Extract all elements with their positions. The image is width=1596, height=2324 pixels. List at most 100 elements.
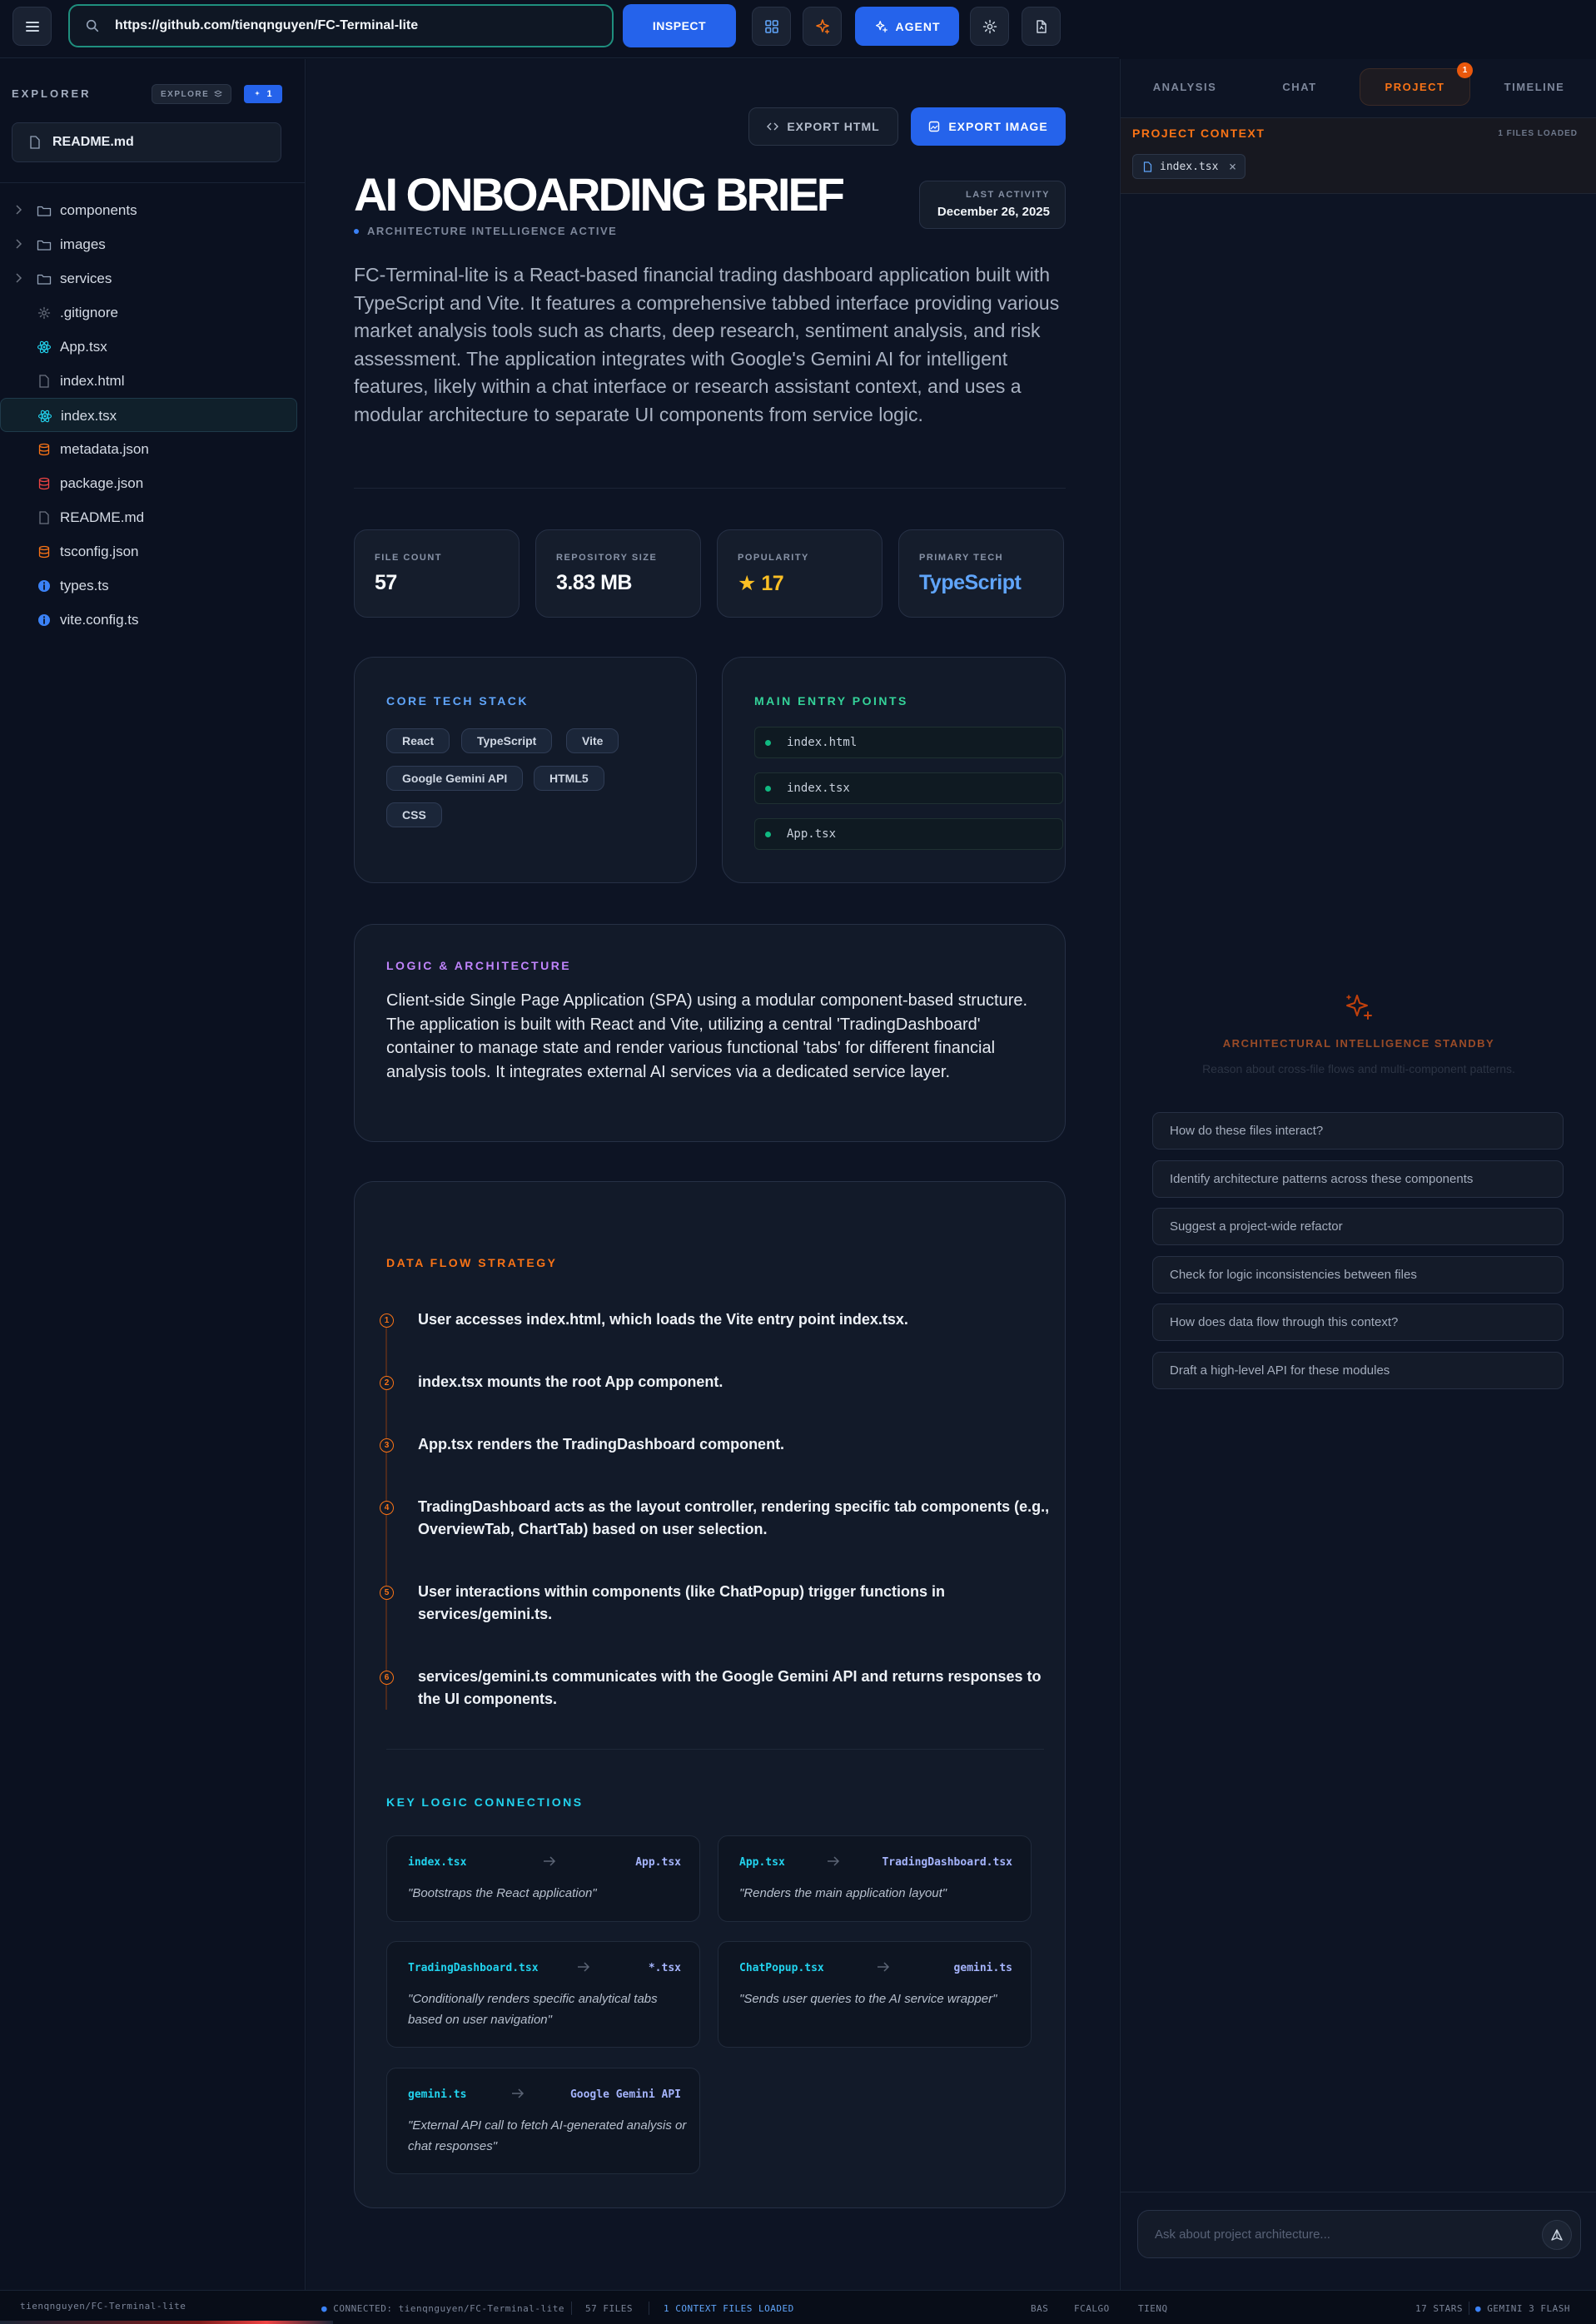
file-tree-item[interactable]: metadata.json [0,432,306,466]
flow-step-number: 3 [380,1438,394,1452]
file-tree-label: components [60,202,137,218]
entry-dot [765,786,771,792]
export-html-button[interactable]: EXPORT HTML [748,107,898,146]
tab-analysis[interactable]: ANALYSIS [1131,68,1239,106]
file-tree-label: .gitignore [60,305,118,320]
last-activity-value: December 26, 2025 [937,205,1050,219]
gear-icon [982,19,997,33]
file-tree-item[interactable]: services [0,261,306,295]
logic-title: LOGIC & ARCHITECTURE [386,959,572,972]
tab-timeline[interactable]: TIMELINE [1480,68,1589,106]
explore-count: 1 [266,89,272,99]
file-tree-item[interactable]: App.tsx [0,330,306,364]
suggestion-button[interactable]: Identify architecture patterns across th… [1152,1160,1564,1198]
repo-url-input[interactable] [115,18,581,33]
explore-button[interactable]: EXPLORE [152,84,232,104]
file-tree-item[interactable]: index.tsx [0,398,297,432]
image-icon [929,121,940,132]
entry-point-item[interactable]: App.tsx [754,818,1063,850]
connection-from: gemini.ts [408,2088,467,2101]
file-tree-item[interactable]: components [0,193,306,227]
suggestion-button[interactable]: Suggest a project-wide refactor [1152,1208,1564,1246]
standby-subtitle: Reason about cross-file flows and multi-… [1202,1062,1515,1075]
connections-title: KEY LOGIC CONNECTIONS [386,1795,584,1809]
status-dot [354,228,359,234]
file-tree-item[interactable]: tsconfig.json [0,534,306,569]
flow-step-number: 6 [380,1671,394,1685]
connection-to: App.tsx [635,1856,681,1869]
file-icon [30,136,40,149]
stat-card: FILE COUNT 57 [354,529,520,618]
menu-button[interactable] [12,7,52,46]
file-tree-label: images [60,236,106,252]
inspect-button[interactable]: INSPECT [623,4,736,47]
context-title: PROJECT CONTEXT [1132,127,1265,140]
status-ticker: BAS [1031,2303,1049,2314]
logic-text: Client-side Single Page Application (SPA… [386,991,1028,1081]
connection-to: gemini.ts [953,1962,1012,1974]
flow-step-text: TradingDashboard acts as the layout cont… [418,1498,1050,1537]
data-flow-title: DATA FLOW STRATEGY [386,1256,558,1269]
agent-sparkle-icon [875,20,887,32]
last-activity-card: LAST ACTIVITY December 26, 2025 [919,181,1066,229]
tab-project[interactable]: PROJECT 1 [1360,62,1473,106]
file-tree-item[interactable]: images [0,227,306,261]
connection-card: TradingDashboard.tsx *.tsx "Conditionally … [386,1941,700,2048]
connection-from: index.tsx [408,1856,467,1869]
suggestion-button[interactable]: How do these files interact? [1152,1112,1564,1150]
file-tree-item[interactable]: README.md [0,500,306,534]
last-activity-label: LAST ACTIVITY [966,190,1050,200]
entry-point-item[interactable]: index.html [754,727,1063,758]
react-icon [37,410,52,423]
arrow-right-icon [578,1962,590,1972]
repo-url-field[interactable] [68,4,614,47]
connection-card: App.tsx TradingDashboard.tsx "Renders the … [718,1835,1032,1922]
folder-icon [37,274,52,285]
chevron-right-icon [16,205,22,215]
entry-dot [765,832,771,837]
connection-description: "External API call to fetch AI-generated… [408,2118,687,2153]
file-tree-item[interactable]: .gitignore [0,295,306,330]
open-file-tab[interactable]: README.md [12,122,281,162]
file-tree-item[interactable]: types.ts [0,569,306,603]
file-tree-item[interactable]: index.html [0,364,306,398]
standby-title: ARCHITECTURAL INTELLIGENCE STANDBY [1222,1037,1495,1050]
stat-value: TypeScript [919,571,1022,594]
tech-pill: Vite [566,728,619,753]
connection-to: TradingDashboard.tsx [882,1856,1012,1869]
export-image-button[interactable]: EXPORT IMAGE [911,107,1066,146]
tech-pill: React [386,728,450,753]
suggestion-button[interactable]: Check for logic inconsistencies between … [1152,1255,1564,1294]
remove-context-icon[interactable]: × [1229,159,1236,174]
grid-view-button[interactable] [752,7,791,46]
send-button[interactable] [1542,2220,1572,2250]
status-accent-bar [0,2321,333,2324]
connection-card: ChatPopup.tsx gemini.ts "Sends user querie… [718,1941,1032,2048]
ask-input[interactable] [1155,2227,1521,2242]
agent-button[interactable]: AGENT [855,7,959,46]
connection-card: gemini.ts Google Gemini API "External API … [386,2068,700,2174]
file-tree-item[interactable]: vite.config.ts [0,603,306,637]
tab-label: ANALYSIS [1152,81,1217,93]
flow-step-number: 5 [380,1586,394,1600]
stat-value: 57 [375,571,397,594]
document-button[interactable] [1022,7,1061,46]
entry-point-name: index.html [787,736,858,749]
assistant-panel: ANALYSIS CHAT PROJECT 1 TIMELINE PROJECT CON… [1120,59,1596,2290]
entry-points-card: MAIN ENTRY POINTS index.html index.tsx App… [722,657,1066,883]
settings-button[interactable] [970,7,1009,46]
entry-dot [765,740,771,746]
file-tree-item[interactable]: package.json [0,466,306,500]
file-explorer-sidebar: EXPLORER EXPLORE 1 README.md components i… [0,59,306,2290]
suggestion-button[interactable]: How does data flow through this context? [1152,1304,1564,1342]
sparkle-button[interactable] [803,7,842,46]
suggestion-button[interactable]: Draft a high-level API for these modules [1152,1352,1564,1389]
grid-icon [764,19,778,33]
tab-chat[interactable]: CHAT [1245,68,1354,106]
flow-step-text: services/gemini.ts communicates with the… [418,1668,1042,1707]
context-file-chip[interactable]: index.tsx × [1132,154,1245,179]
status-connected: ● CONNECTED: tienqnguyen/FC-Terminal-lit… [321,2303,565,2314]
entry-point-item[interactable]: index.tsx [754,772,1063,804]
status-ticker: TIENQ [1138,2303,1168,2314]
file-tree-label: types.ts [60,578,109,593]
